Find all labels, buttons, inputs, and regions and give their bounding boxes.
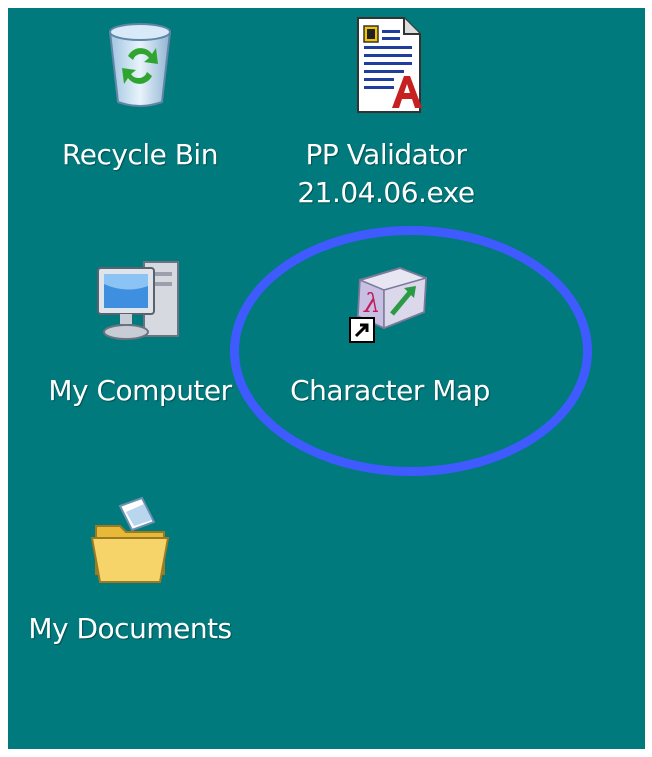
document-file-icon xyxy=(357,17,422,113)
desktop-icon-recycle-bin[interactable]: Recycle Bin xyxy=(20,14,260,184)
character-map-icon: λ xyxy=(349,266,428,343)
my-computer-label: My Computer xyxy=(48,374,232,407)
desktop-icon-character-map[interactable]: λ Character Map xyxy=(270,254,510,424)
desktop-icon-my-computer[interactable]: My Computer xyxy=(20,254,260,424)
recycle-bin-label: Recycle Bin xyxy=(62,138,218,171)
pp-validator-label: PP Validator 21.04.06.exe xyxy=(297,138,475,209)
desktop-icon-pp-validator[interactable]: PP Validator 21.04.06.exe xyxy=(266,14,506,224)
desktop-icon-my-documents[interactable]: My Documents xyxy=(10,492,250,662)
computer-icon xyxy=(97,261,179,340)
recycle-bin-icon xyxy=(108,23,172,107)
character-map-label: Character Map xyxy=(290,374,490,407)
svg-text:λ: λ xyxy=(363,289,380,319)
folder-documents-icon xyxy=(90,496,170,583)
my-documents-label: My Documents xyxy=(28,612,232,645)
desktop[interactable]: Recycle Bin PP Validator 21.04.06.exe My… xyxy=(8,8,645,749)
